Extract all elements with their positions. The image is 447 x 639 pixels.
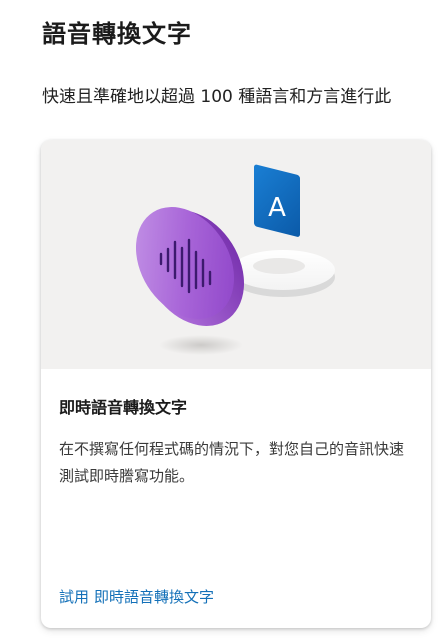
- card-hero-image: A: [41, 140, 431, 369]
- try-live-transcription-link[interactable]: 試用 即時語音轉換文字: [59, 586, 219, 607]
- badge-letter: A: [268, 193, 286, 223]
- speech-to-text-illustration-icon: A: [135, 164, 335, 355]
- page-subtitle: 快速且準確地以超過 100 種語言和方言進行此: [42, 87, 392, 107]
- page-title: 語音轉換文字: [42, 20, 192, 48]
- link-prefix: 試用: [59, 588, 90, 606]
- speech-to-text-card: A 即時語音轉換文字 在不撰寫任何程式碼的情況下，對您自己的音訊快速測試即時謄寫…: [41, 140, 431, 628]
- link-label: 即時語音轉換文字: [94, 588, 215, 606]
- card-description: 在不撰寫任何程式碼的情況下，對您自己的音訊快速測試即時謄寫功能。: [59, 440, 405, 485]
- card-title: 即時語音轉換文字: [59, 398, 188, 417]
